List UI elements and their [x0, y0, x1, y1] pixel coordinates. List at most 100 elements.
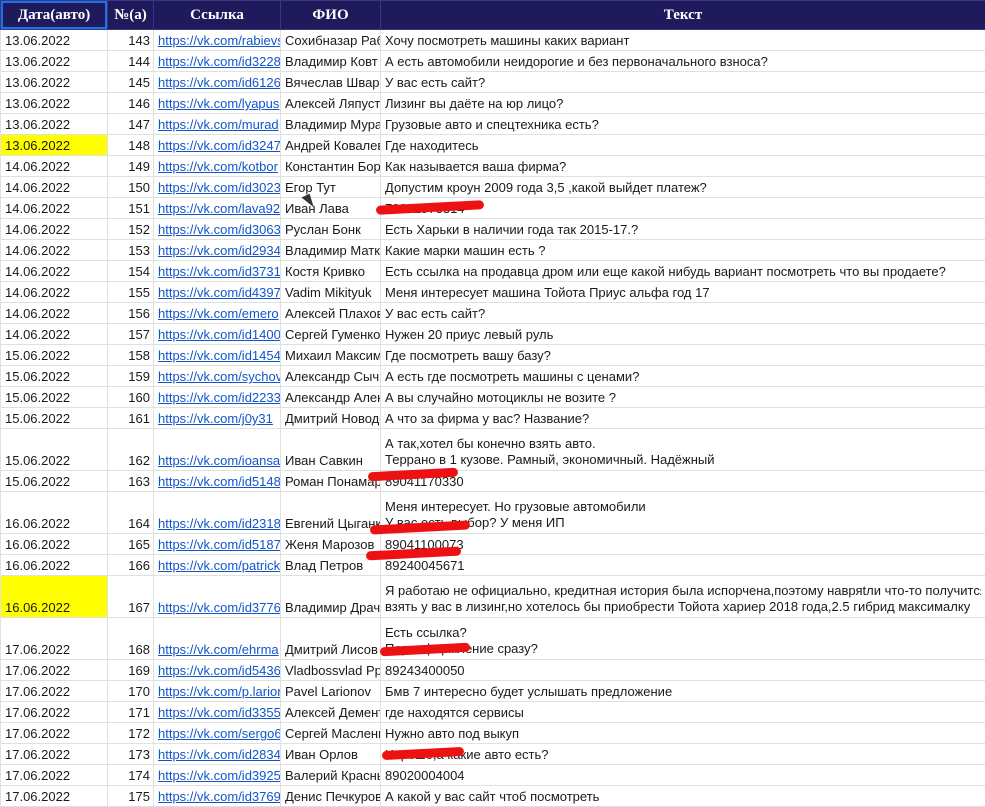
cell-date[interactable]: 14.06.2022	[1, 324, 108, 345]
cell-date[interactable]: 13.06.2022	[1, 51, 108, 72]
cell-name[interactable]: Иван Савкин	[281, 429, 381, 471]
cell-link[interactable]: https://vk.com/id2934	[154, 240, 281, 261]
cell-number[interactable]: 150	[108, 177, 154, 198]
cell-name[interactable]: Роман Понамар	[281, 471, 381, 492]
cell-link[interactable]: https://vk.com/id3228	[154, 51, 281, 72]
cell-date[interactable]: 15.06.2022	[1, 366, 108, 387]
cell-date[interactable]: 17.06.2022	[1, 744, 108, 765]
cell-link[interactable]: https://vk.com/id3063	[154, 219, 281, 240]
cell-date[interactable]: 14.06.2022	[1, 303, 108, 324]
cell-text[interactable]: Меня интересует. Но грузовые автомобилиУ…	[381, 492, 985, 534]
cell-link[interactable]: https://vk.com/id2233	[154, 387, 281, 408]
cell-link[interactable]: https://vk.com/j0y31	[154, 408, 281, 429]
cell-number[interactable]: 157	[108, 324, 154, 345]
cell-date[interactable]: 14.06.2022	[1, 240, 108, 261]
cell-link[interactable]: https://vk.com/id3023	[154, 177, 281, 198]
cell-text[interactable]: Лизинг вы даёте на юр лицо?	[381, 93, 985, 114]
cell-text[interactable]: А что за фирма у вас? Название?	[381, 408, 985, 429]
cell-number[interactable]: 148	[108, 135, 154, 156]
cell-date[interactable]: 16.06.2022	[1, 576, 108, 618]
cell-link[interactable]: https://vk.com/id5148	[154, 471, 281, 492]
cell-name[interactable]: Дмитрий Новодо	[281, 408, 381, 429]
cell-link[interactable]: https://vk.com/sychov	[154, 366, 281, 387]
cell-number[interactable]: 168	[108, 618, 154, 660]
cell-number[interactable]: 169	[108, 660, 154, 681]
cell-link[interactable]: https://vk.com/murad	[154, 114, 281, 135]
cell-name[interactable]: Владимир Мура	[281, 114, 381, 135]
cell-date[interactable]: 17.06.2022	[1, 681, 108, 702]
cell-text[interactable]: 89240045671	[381, 555, 985, 576]
cell-number[interactable]: 143	[108, 30, 154, 51]
cell-number[interactable]: 156	[108, 303, 154, 324]
cell-date[interactable]: 17.06.2022	[1, 765, 108, 786]
cell-name[interactable]: Владимир Драч	[281, 576, 381, 618]
cell-name[interactable]: Pavel Larionov	[281, 681, 381, 702]
cell-date[interactable]: 13.06.2022	[1, 72, 108, 93]
cell-name[interactable]: Vladbossvlad Pp	[281, 660, 381, 681]
cell-number[interactable]: 174	[108, 765, 154, 786]
cell-date[interactable]: 17.06.2022	[1, 618, 108, 660]
cell-name[interactable]: Алексей Плахов	[281, 303, 381, 324]
cell-text[interactable]: Хочу посмотреть машины каких вариант	[381, 30, 985, 51]
cell-text[interactable]: А так,хотел бы конечно взять авто.Терран…	[381, 429, 985, 471]
cell-date[interactable]: 14.06.2022	[1, 282, 108, 303]
cell-name[interactable]: Андрей Ковалев	[281, 135, 381, 156]
cell-number[interactable]: 155	[108, 282, 154, 303]
cell-link[interactable]: https://vk.com/id3769	[154, 786, 281, 807]
cell-name[interactable]: Руслан Бонк	[281, 219, 381, 240]
cell-name[interactable]: Женя Марозов	[281, 534, 381, 555]
cell-link[interactable]: https://vk.com/id3355	[154, 702, 281, 723]
cell-name[interactable]: Владимир Ковт	[281, 51, 381, 72]
cell-text[interactable]: Есть ссылка?Переоформление сразу?	[381, 618, 985, 660]
cell-name[interactable]: Егор Тут	[281, 177, 381, 198]
column-header-number[interactable]: №(а)	[108, 1, 154, 30]
cell-number[interactable]: 151	[108, 198, 154, 219]
cell-date[interactable]: 17.06.2022	[1, 786, 108, 807]
cell-link[interactable]: https://vk.com/ehrma	[154, 618, 281, 660]
cell-name[interactable]: Иван Лава	[281, 198, 381, 219]
cell-text[interactable]: Где посмотреть вашу базу?	[381, 345, 985, 366]
cell-name[interactable]: Евгений Цыганк	[281, 492, 381, 534]
cell-number[interactable]: 144	[108, 51, 154, 72]
cell-number[interactable]: 160	[108, 387, 154, 408]
cell-date[interactable]: 16.06.2022	[1, 492, 108, 534]
cell-link[interactable]: https://vk.com/id2834	[154, 744, 281, 765]
cell-text[interactable]: Допустим кроун 2009 года 3,5 ,какой выйд…	[381, 177, 985, 198]
cell-name[interactable]: Александр Алексе	[281, 387, 381, 408]
cell-name[interactable]: Иван Орлов	[281, 744, 381, 765]
cell-number[interactable]: 166	[108, 555, 154, 576]
cell-link[interactable]: https://vk.com/id3247	[154, 135, 281, 156]
cell-name[interactable]: Михаил Максим	[281, 345, 381, 366]
cell-name[interactable]: Денис Печкуров	[281, 786, 381, 807]
cell-text[interactable]: А есть где посмотреть машины с ценами?	[381, 366, 985, 387]
cell-date[interactable]: 16.06.2022	[1, 534, 108, 555]
cell-name[interactable]: Владимир Матк	[281, 240, 381, 261]
cell-link[interactable]: https://vk.com/lava92	[154, 198, 281, 219]
cell-name[interactable]: Сергей Масленн	[281, 723, 381, 744]
cell-date[interactable]: 14.06.2022	[1, 219, 108, 240]
cell-date[interactable]: 13.06.2022	[1, 135, 108, 156]
cell-number[interactable]: 163	[108, 471, 154, 492]
cell-date[interactable]: 14.06.2022	[1, 177, 108, 198]
cell-date[interactable]: 17.06.2022	[1, 702, 108, 723]
cell-number[interactable]: 173	[108, 744, 154, 765]
cell-link[interactable]: https://vk.com/p.larion	[154, 681, 281, 702]
cell-text[interactable]: 89041170330	[381, 471, 985, 492]
cell-date[interactable]: 15.06.2022	[1, 345, 108, 366]
cell-number[interactable]: 145	[108, 72, 154, 93]
cell-link[interactable]: https://vk.com/id2318	[154, 492, 281, 534]
cell-number[interactable]: 146	[108, 93, 154, 114]
cell-link[interactable]: https://vk.com/rabievs	[154, 30, 281, 51]
cell-text[interactable]: Нужен 20 приус левый руль	[381, 324, 985, 345]
cell-name[interactable]: Вячеслав Швар	[281, 72, 381, 93]
cell-text[interactable]: Бмв 7 интересно будет услышать предложен…	[381, 681, 985, 702]
cell-number[interactable]: 165	[108, 534, 154, 555]
cell-text[interactable]: Есть Харьки в наличии года так 2015-17.?	[381, 219, 985, 240]
cell-name[interactable]: Константин Бор	[281, 156, 381, 177]
cell-text[interactable]: А какой у вас сайт чтоб посмотреть	[381, 786, 985, 807]
cell-text[interactable]: Есть ссылка на продавца дром или еще как…	[381, 261, 985, 282]
cell-link[interactable]: https://vk.com/sergo6	[154, 723, 281, 744]
cell-date[interactable]: 17.06.2022	[1, 723, 108, 744]
column-header-link[interactable]: Ссылка	[154, 1, 281, 30]
cell-name[interactable]: Сергей Гуменко	[281, 324, 381, 345]
